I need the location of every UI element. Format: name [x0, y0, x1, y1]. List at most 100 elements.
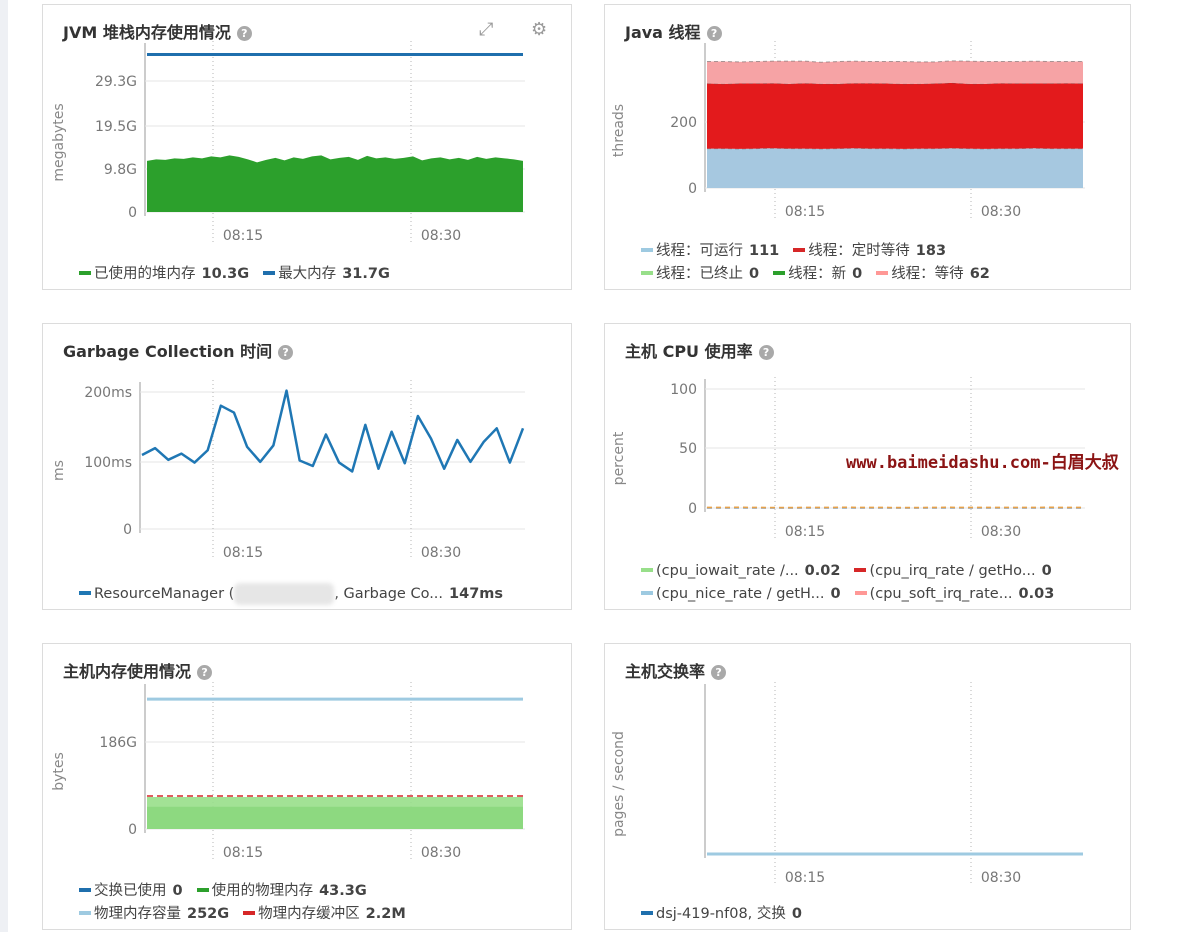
- y-tick-label: 0: [123, 522, 132, 538]
- legend-label: 物理内存容量: [94, 906, 181, 922]
- legend-row: 交换已使用 0 使用的物理内存 43.3G: [79, 880, 420, 903]
- legend-swatch: [243, 911, 256, 915]
- x-tick-label: 08:15: [223, 845, 263, 861]
- legend-label: (cpu_soft_irq_rate...: [869, 586, 1013, 602]
- y-tick-label: 200: [670, 115, 697, 131]
- series-area: [147, 797, 523, 829]
- legend-swatch: [641, 248, 653, 252]
- legend: 已使用的堆内存 10.3G 最大内存 31.7G: [79, 263, 404, 286]
- legend: ResourceManager (, Garbage Co... 147ms: [79, 583, 517, 606]
- legend-item[interactable]: ResourceManager (, Garbage Co... 147ms: [79, 583, 503, 606]
- y-tick-label: 0: [128, 822, 137, 838]
- legend-label: 线程：已终止: [656, 266, 743, 282]
- legend-item[interactable]: 线程：已终止 0: [641, 263, 759, 286]
- x-tick-label: 08:15: [223, 545, 263, 561]
- legend-label: (cpu_nice_rate / getH...: [656, 586, 825, 602]
- legend: (cpu_iowait_rate /... 0.02 (cpu_irq_rate /…: [641, 560, 1068, 606]
- y-axis-title: ms: [51, 460, 67, 481]
- legend-label-suffix: , Garbage Co...: [334, 586, 444, 602]
- legend-item[interactable]: (cpu_nice_rate / getH... 0: [641, 583, 841, 606]
- legend-item[interactable]: 交换已使用 0: [79, 880, 183, 903]
- chart-area: 29.3G 19.5G 9.8G 0 08:15 08:30 megabytes: [51, 41, 525, 244]
- legend-item[interactable]: (cpu_soft_irq_rate... 0.03: [854, 583, 1054, 606]
- legend-value: 62: [969, 266, 990, 282]
- legend-label: (cpu_iowait_rate /...: [656, 563, 799, 579]
- x-tick-label: 08:30: [421, 845, 461, 861]
- y-axis-title: pages / second: [611, 731, 627, 837]
- legend-item[interactable]: 线程：定时等待 183: [793, 240, 946, 263]
- legend-value: 0: [791, 906, 802, 922]
- legend-item[interactable]: 线程：新 0: [773, 263, 862, 286]
- legend-value: 111: [749, 243, 780, 259]
- legend-item[interactable]: 物理内存容量 252G: [79, 903, 229, 926]
- watermark-text: www.baimeidashu.com-白眉大叔: [846, 453, 1119, 473]
- legend-label: 交换已使用: [94, 883, 167, 899]
- legend-item[interactable]: (cpu_irq_rate / getHo... 0: [854, 560, 1052, 583]
- legend-row: dsj-419-nf08, 交换 0: [641, 903, 816, 926]
- y-tick-label: 29.3G: [95, 74, 137, 90]
- legend-value: 0: [852, 266, 863, 282]
- legend-row: (cpu_iowait_rate /... 0.02 (cpu_irq_rate /…: [641, 560, 1068, 583]
- x-tick-label: 08:30: [421, 228, 461, 244]
- x-tick-label: 08:15: [785, 524, 825, 540]
- series-line: [141, 389, 525, 473]
- legend-value: 2.2M: [365, 906, 406, 922]
- legend-swatch: [854, 591, 867, 595]
- legend-value: 43.3G: [319, 883, 367, 899]
- y-tick-label: 0: [128, 205, 137, 221]
- series-area: [707, 82, 1083, 149]
- legend-row: 线程：可运行 111 线程：定时等待 183: [641, 240, 1004, 263]
- legend-swatch: [641, 568, 653, 572]
- legend-label: 线程：等待: [891, 266, 964, 282]
- host-swap-panel: 主机交换率? 08:15 08:30 pages / second dsj-419-…: [604, 643, 1131, 930]
- legend-label: 线程：可运行: [656, 243, 743, 259]
- legend-item[interactable]: 最大内存 31.7G: [263, 263, 390, 286]
- legend-swatch: [773, 271, 786, 275]
- legend-value: 252G: [187, 906, 230, 922]
- legend-swatch: [79, 271, 91, 275]
- gc-time-panel: Garbage Collection 时间? 200ms 100ms 0 08:15 0…: [42, 323, 572, 610]
- y-tick-label: 100: [670, 382, 697, 398]
- legend-item[interactable]: 已使用的堆内存 10.3G: [79, 263, 249, 286]
- legend-swatch: [876, 271, 889, 275]
- host-memory-panel: 主机内存使用情况? 186G 0 08:15 08:30 bytes 交换已使用 0 使用的…: [42, 643, 572, 930]
- y-axis-title: threads: [611, 104, 627, 157]
- chart-area: 08:15 08:30 pages / second: [611, 682, 1083, 886]
- y-tick-label: 100ms: [84, 455, 132, 471]
- legend-value: 0: [1041, 563, 1052, 579]
- legend-item[interactable]: 物理内存缓冲区 2.2M: [243, 903, 406, 926]
- legend-label: (cpu_irq_rate / getHo...: [869, 563, 1036, 579]
- legend-item[interactable]: 线程：可运行 111: [641, 240, 779, 263]
- legend-item[interactable]: 使用的物理内存 43.3G: [196, 880, 367, 903]
- y-tick-label: 19.5G: [95, 119, 137, 135]
- legend-value: 0.02: [804, 563, 841, 579]
- legend-value: 0: [749, 266, 760, 282]
- legend-row: 已使用的堆内存 10.3G 最大内存 31.7G: [79, 263, 404, 286]
- x-tick-label: 08:30: [981, 524, 1021, 540]
- legend: dsj-419-nf08, 交换 0: [641, 903, 816, 926]
- legend-item[interactable]: (cpu_iowait_rate /... 0.02: [641, 560, 840, 583]
- legend-swatch: [854, 568, 867, 572]
- legend-row: (cpu_nice_rate / getH... 0 (cpu_soft_irq_r…: [641, 583, 1068, 606]
- legend-swatch: [263, 271, 276, 275]
- java-threads-panel: Java 线程? 200 0 08:15 08:30 threads 线程：可运行 111…: [604, 4, 1131, 290]
- legend-row: ResourceManager (, Garbage Co... 147ms: [79, 583, 517, 606]
- legend-item[interactable]: 线程：等待 62: [876, 263, 990, 286]
- legend-swatch: [641, 591, 653, 595]
- legend-swatch: [793, 248, 806, 252]
- legend-swatch: [641, 271, 653, 275]
- jvm-heap-panel: JVM 堆栈内存使用情况? ⤢ ⚙ 29.3G 19.5G 9.8G 0 08:15 08…: [42, 4, 572, 290]
- series-area: [707, 148, 1083, 188]
- y-axis-title: percent: [611, 431, 627, 485]
- legend-row: 物理内存容量 252G 物理内存缓冲区 2.2M: [79, 903, 420, 926]
- legend-value: 10.3G: [201, 266, 250, 282]
- legend-label: 线程：定时等待: [808, 243, 910, 259]
- redacted-hostname: [234, 583, 335, 605]
- legend-label: ResourceManager (: [94, 586, 235, 602]
- legend-swatch: [79, 888, 91, 892]
- legend-item[interactable]: dsj-419-nf08, 交换 0: [641, 903, 802, 926]
- legend-label: 线程：新: [788, 266, 847, 282]
- legend-value: 0: [172, 883, 183, 899]
- y-tick-label: 9.8G: [104, 162, 137, 178]
- legend-swatch: [79, 591, 91, 595]
